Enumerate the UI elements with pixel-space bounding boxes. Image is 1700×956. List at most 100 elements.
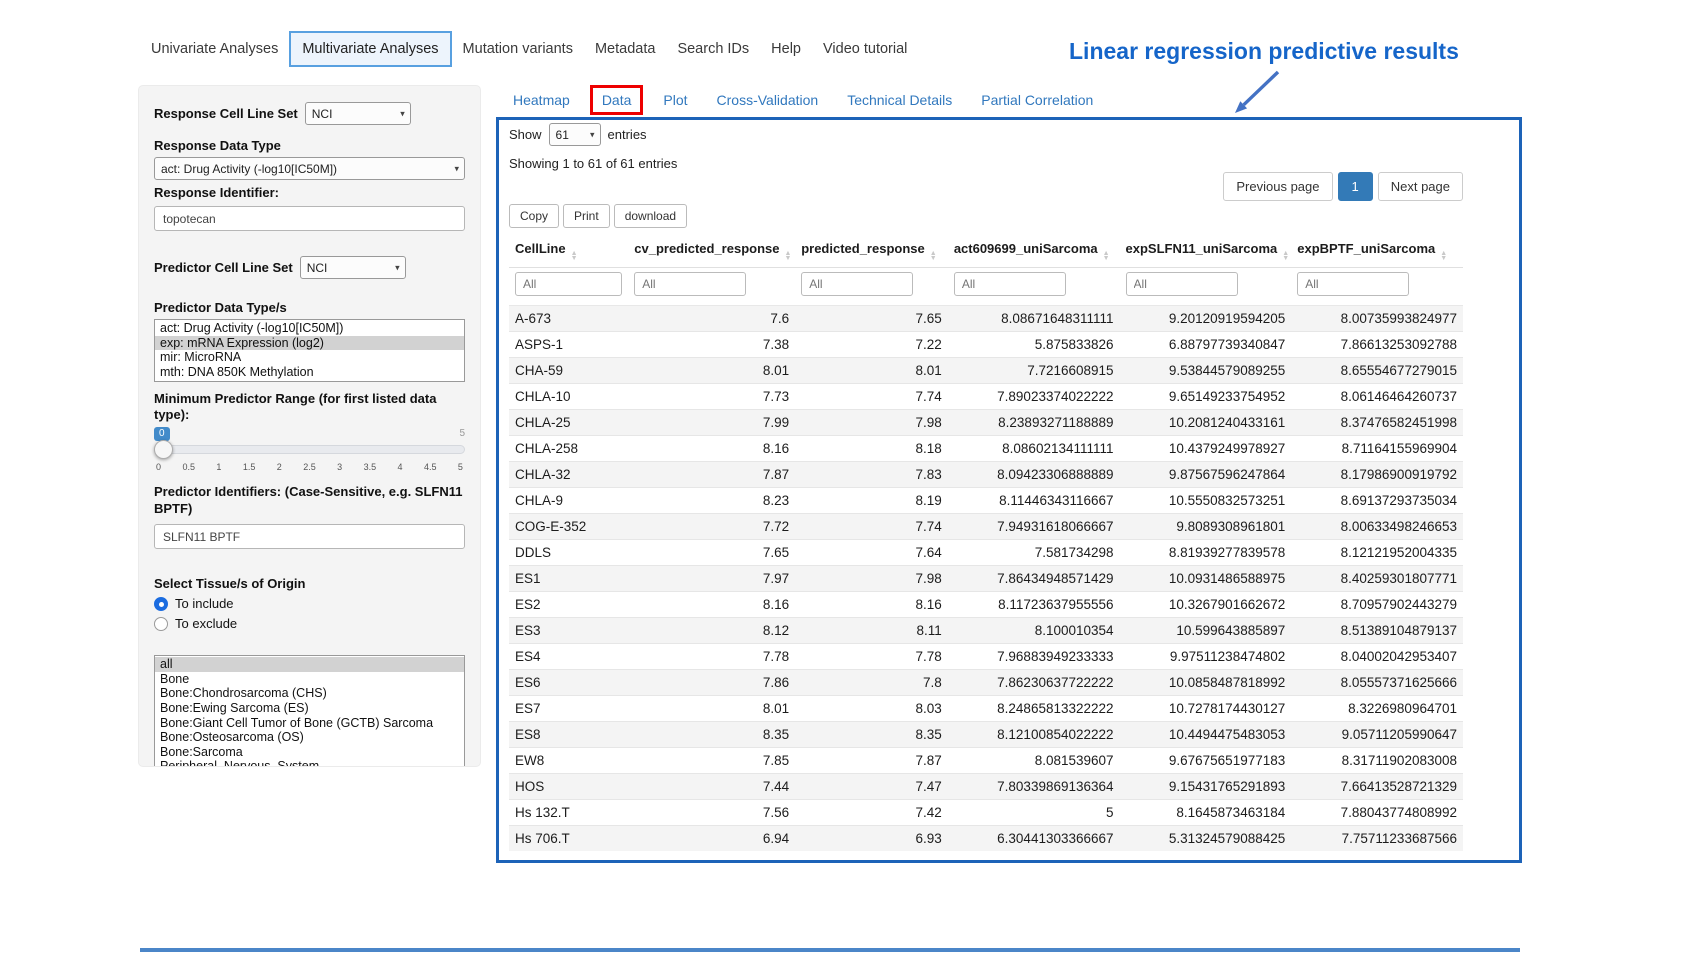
tissue-radio-option[interactable]: To exclude — [154, 616, 465, 631]
column-filter-input[interactable] — [1297, 272, 1409, 296]
tissue-radio-group: To include To exclude — [154, 596, 465, 631]
slider-tick-label: 0 — [156, 462, 161, 472]
listbox-option[interactable]: all — [155, 657, 464, 672]
nav-item[interactable]: Univariate Analyses — [140, 33, 289, 65]
expslfn11-unisarcoma-cell: 9.97511238474802 — [1120, 644, 1292, 670]
nav-item[interactable]: Search IDs — [666, 33, 760, 65]
column-header[interactable]: CellLine▲▼ — [509, 235, 628, 268]
min-predictor-range-label: Minimum Predictor Range (for first liste… — [154, 391, 465, 424]
cellline-cell: ES6 — [509, 670, 628, 696]
cellline-cell: CHLA-25 — [509, 410, 628, 436]
listbox-option[interactable]: mir: MicroRNA — [155, 350, 464, 365]
listbox-option[interactable]: Peripheral_Nervous_System — [155, 759, 464, 767]
predictor-identifiers-input[interactable] — [154, 524, 465, 549]
tissue-radio-option[interactable]: To include — [154, 596, 465, 611]
expslfn11-unisarcoma-cell: 10.599643885897 — [1120, 618, 1292, 644]
expslfn11-unisarcoma-cell: 10.4379249978927 — [1120, 436, 1292, 462]
cellline-cell: COG-E-352 — [509, 514, 628, 540]
expslfn11-unisarcoma-cell: 9.87567596247864 — [1120, 462, 1292, 488]
response-identifier-input[interactable] — [154, 206, 465, 231]
expbptf-unisarcoma-cell: 8.69137293735034 — [1291, 488, 1463, 514]
act-unisarcoma-cell: 8.08602134111111 — [948, 436, 1120, 462]
response-cell-line-set-select[interactable]: NCI — [305, 102, 411, 125]
act-unisarcoma-cell: 7.94931618066667 — [948, 514, 1120, 540]
nav-item[interactable]: Video tutorial — [812, 33, 918, 65]
listbox-option[interactable]: exp: mRNA Expression (log2) — [155, 336, 464, 351]
predictor-cell-line-set-select[interactable]: NCI — [300, 256, 406, 279]
filter-cell — [1120, 268, 1292, 306]
listbox-option[interactable]: Bone:Osteosarcoma (OS) — [155, 730, 464, 745]
result-tab[interactable]: Data — [590, 85, 644, 115]
cellline-cell: Hs 706.T — [509, 826, 628, 852]
act-unisarcoma-cell: 7.96883949233333 — [948, 644, 1120, 670]
listbox-option[interactable]: Bone:Chondrosarcoma (CHS) — [155, 686, 464, 701]
column-header[interactable]: expBPTF_uniSarcoma▲▼ — [1291, 235, 1463, 268]
cellline-cell: EW8 — [509, 748, 628, 774]
nav-item[interactable]: Help — [760, 33, 812, 65]
predictor-identifiers-label: Predictor Identifiers: (Case-Sensitive, … — [154, 483, 465, 517]
column-filter-input[interactable] — [1126, 272, 1238, 296]
column-header-label: expBPTF_uniSarcoma — [1297, 241, 1435, 256]
cellline-cell: ES7 — [509, 696, 628, 722]
radio-icon — [154, 617, 168, 631]
predictor-cell-line-set-field: Predictor Cell Line Set NCI — [154, 256, 465, 279]
nav-item[interactable]: Multivariate Analyses — [289, 31, 451, 67]
predictor-cell-line-set-select-wrap: NCI — [300, 256, 406, 279]
slider-handle[interactable] — [154, 440, 173, 459]
response-data-type-select[interactable]: act: Drug Activity (-log10[IC50M]) — [154, 157, 465, 180]
listbox-option[interactable]: mth: DNA 850K Methylation — [155, 365, 464, 380]
column-header[interactable]: expSLFN11_uniSarcoma▲▼ — [1120, 235, 1292, 268]
slider-track[interactable] — [154, 445, 465, 454]
act-unisarcoma-cell: 8.24865813322222 — [948, 696, 1120, 722]
column-filter-input[interactable] — [634, 272, 746, 296]
listbox-option[interactable]: Bone:Giant Cell Tumor of Bone (GCTB) Sar… — [155, 716, 464, 731]
nav-item[interactable]: Metadata — [584, 33, 666, 65]
export-button[interactable]: Print — [563, 204, 610, 228]
expbptf-unisarcoma-cell: 8.31711902083008 — [1291, 748, 1463, 774]
column-header[interactable]: predicted_response▲▼ — [795, 235, 948, 268]
slider-tick-label: 2.5 — [303, 462, 316, 472]
column-filter-input[interactable] — [515, 272, 622, 296]
table-row: HOS 7.44 7.47 7.80339869136364 9.1543176… — [509, 774, 1463, 800]
filter-cell — [1291, 268, 1463, 306]
listbox-option[interactable]: Bone:Sarcoma — [155, 745, 464, 760]
cv-predicted-response-cell: 7.65 — [628, 540, 795, 566]
act-unisarcoma-cell: 6.30441303366667 — [948, 826, 1120, 852]
export-button[interactable]: download — [614, 204, 687, 228]
result-tab[interactable]: Heatmap — [513, 92, 570, 108]
entries-suffix-label: entries — [608, 127, 647, 142]
cellline-cell: Hs 132.T — [509, 800, 628, 826]
result-tab[interactable]: Partial Correlation — [981, 92, 1093, 108]
table-row: ES3 8.12 8.11 8.100010354 10.59964388589… — [509, 618, 1463, 644]
cv-predicted-response-cell: 8.01 — [628, 358, 795, 384]
expslfn11-unisarcoma-cell: 10.7278174430127 — [1120, 696, 1292, 722]
cellline-cell: CHLA-32 — [509, 462, 628, 488]
result-tab[interactable]: Plot — [663, 92, 687, 108]
column-filter-input[interactable] — [954, 272, 1066, 296]
predicted-response-cell: 8.35 — [795, 722, 948, 748]
table-row: Hs 706.T 6.94 6.93 6.30441303366667 5.31… — [509, 826, 1463, 852]
table-row: Hs 132.T 7.56 7.42 5 8.1645873463184 7.8… — [509, 800, 1463, 826]
export-button[interactable]: Copy — [509, 204, 559, 228]
min-predictor-range-slider: 0 5 00.511.522.533.544.55 — [154, 427, 465, 477]
result-tab[interactable]: Cross-Validation — [717, 92, 819, 108]
predicted-response-cell: 7.74 — [795, 384, 948, 410]
expbptf-unisarcoma-cell: 9.05711205990647 — [1291, 722, 1463, 748]
entries-select[interactable]: 61 — [549, 123, 601, 146]
listbox-option[interactable]: act: Drug Activity (-log10[IC50M]) — [155, 321, 464, 336]
cv-predicted-response-cell: 8.12 — [628, 618, 795, 644]
next-page-button[interactable]: Next page — [1378, 172, 1463, 201]
act-unisarcoma-cell: 8.100010354 — [948, 618, 1120, 644]
column-header[interactable]: cv_predicted_response▲▼ — [628, 235, 795, 268]
nav-item[interactable]: Mutation variants — [452, 33, 584, 65]
act-unisarcoma-cell: 8.23893271188889 — [948, 410, 1120, 436]
result-tab[interactable]: Technical Details — [847, 92, 952, 108]
listbox-option[interactable]: Bone:Ewing Sarcoma (ES) — [155, 701, 464, 716]
column-filter-input[interactable] — [801, 272, 913, 296]
previous-page-button[interactable]: Previous page — [1223, 172, 1332, 201]
listbox-option[interactable]: Bone — [155, 672, 464, 687]
current-page-button[interactable]: 1 — [1338, 172, 1373, 201]
response-data-type-select-wrap: act: Drug Activity (-log10[IC50M]) — [154, 157, 465, 180]
expbptf-unisarcoma-cell: 8.40259301807771 — [1291, 566, 1463, 592]
column-header[interactable]: act609699_uniSarcoma▲▼ — [948, 235, 1120, 268]
